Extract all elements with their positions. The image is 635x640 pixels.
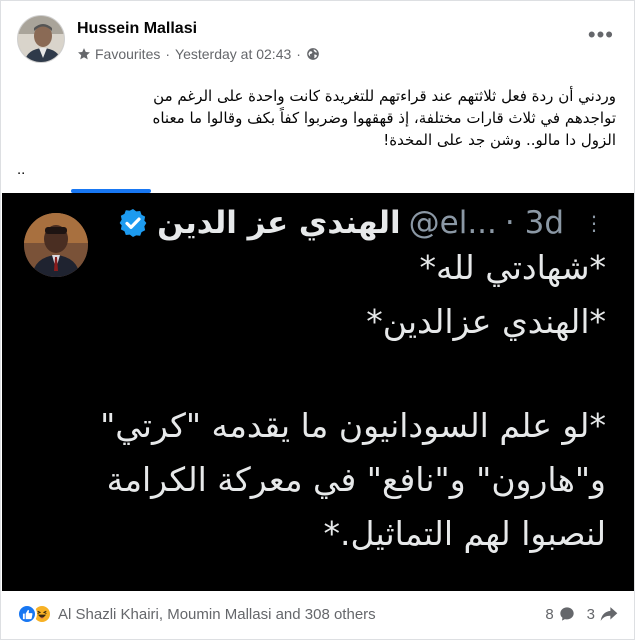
reaction-icons[interactable]: [17, 604, 52, 624]
meta-separator: ·: [165, 46, 171, 62]
tweet-body: *شهادتي لله* *الهندي عزالدين* *لو علم ال…: [82, 241, 606, 561]
tweet-line: *الهندي عزالدين*: [366, 302, 606, 341]
post-text-line: تواجدهم في ثلاث قارات مختلفة، إذ قهقهوا …: [152, 109, 616, 127]
facebook-post: Hussein Mallasi Favourites · Yesterday a…: [0, 0, 635, 640]
more-horizontal-icon[interactable]: •••: [588, 24, 614, 46]
comments-count-value: 8: [545, 605, 554, 623]
tweet-paragraph-gap: [82, 349, 606, 399]
tweet-author-avatar: [24, 213, 88, 277]
post-timestamp[interactable]: Yesterday at 02:43: [175, 46, 291, 62]
post-text: وردني أن ردة فعل ثلاثتهم عند قراءتهم للت…: [17, 85, 616, 151]
tweet-header: الهندي عز الدين @el... · 3d ⋮: [117, 205, 604, 241]
shares-count[interactable]: 3: [587, 606, 618, 623]
audience-label[interactable]: Favourites: [95, 46, 160, 62]
verified-badge-icon: [119, 209, 147, 237]
meta-separator-2: ·: [296, 46, 301, 62]
post-meta: Favourites · Yesterday at 02:43 ·: [77, 46, 320, 62]
share-icon: [600, 607, 618, 621]
tweet-screenshot-image[interactable]: الهندي عز الدين @el... · 3d ⋮ *شهادتي لل…: [2, 193, 634, 591]
star-icon: [78, 48, 90, 60]
tweet-line: *شهادتي لله*: [419, 248, 606, 287]
post-header: Hussein Mallasi Favourites · Yesterday a…: [17, 15, 618, 75]
more-vertical-icon: ⋮: [584, 211, 604, 235]
post-text-line: وردني أن ردة فعل ثلاثتهم عند قراءتهم للت…: [153, 87, 616, 105]
shares-count-value: 3: [586, 605, 595, 623]
reactions-summary[interactable]: Al Shazli Khairi, Moumin Mallasi and 308…: [58, 606, 376, 623]
comments-count[interactable]: 8: [545, 606, 574, 623]
post-text-line: الزول دا مالو.. وشن جد على المخدة!: [383, 131, 616, 149]
like-reaction-icon: [17, 604, 37, 624]
post-text-trailing: ..: [17, 161, 26, 178]
avatar-photo: [18, 16, 64, 62]
tweet-author-name: الهندي عز الدين: [157, 205, 401, 241]
tweet-avatar-photo: [24, 213, 88, 277]
post-footer: Al Shazli Khairi, Moumin Mallasi and 308…: [17, 597, 618, 631]
engagement-counts: 8 3: [545, 606, 618, 623]
tweet-line: لنصبوا لهم التماثيل.*: [323, 514, 606, 553]
globe-icon: [307, 48, 319, 60]
tweet-time: · 3d: [504, 205, 564, 241]
tweet-line: و"هارون" و"نافع" في معركة الكرامة: [106, 460, 606, 499]
thumbs-up-glyph: [22, 609, 32, 619]
tweet-line: *لو علم السودانيون ما يقدمه "كرتي": [100, 406, 606, 445]
author-name[interactable]: Hussein Mallasi: [77, 20, 197, 38]
author-avatar[interactable]: [17, 15, 65, 63]
comment-icon: [559, 607, 574, 621]
tweet-author-handle: @el...: [408, 205, 497, 241]
